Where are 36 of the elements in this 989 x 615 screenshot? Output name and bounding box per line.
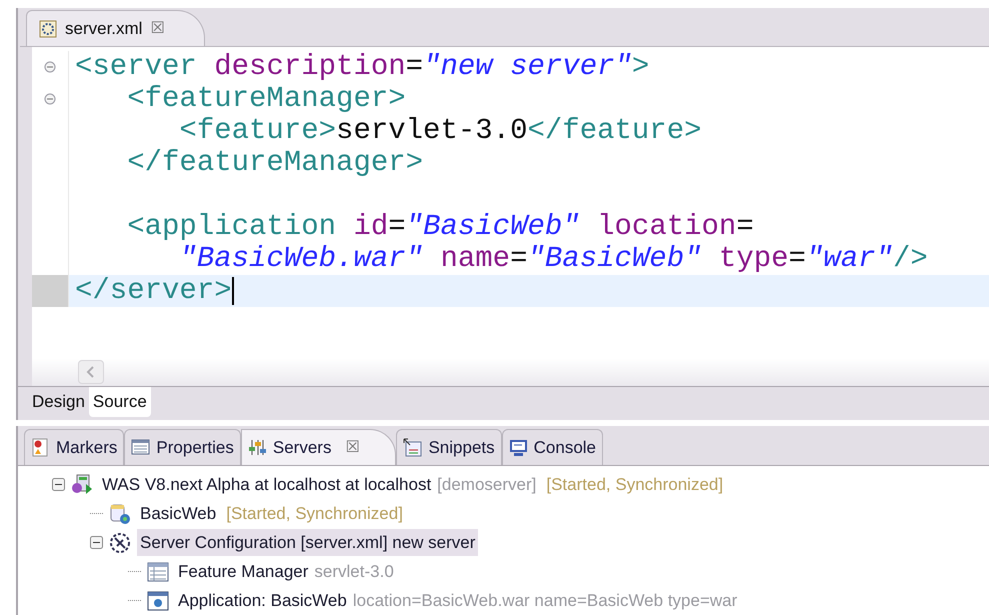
code-line: </server>	[75, 275, 232, 307]
code-line: <server description="new server">	[75, 51, 650, 83]
markers-icon	[31, 438, 50, 457]
panel-tab[interactable]: Markers	[24, 429, 124, 465]
collapse-icon[interactable]	[90, 536, 103, 549]
code-line: "BasicWeb.war" name="BasicWeb" type="war"/>	[178, 243, 928, 275]
code-line: </featureManager>	[126, 147, 424, 179]
panel-tab[interactable]: Console	[502, 429, 604, 465]
panel-tab[interactable]: Properties	[124, 429, 241, 465]
snippet-icon	[403, 438, 422, 457]
close-icon[interactable]: ☒	[345, 436, 360, 460]
tree-item[interactable]: Feature Manager servlet-3.0	[175, 558, 397, 585]
mode-tab[interactable]: Design	[28, 387, 89, 417]
editor-tab[interactable]: server.xml ☒	[26, 10, 206, 46]
monitor-icon	[508, 438, 528, 457]
sliders-icon	[248, 438, 267, 457]
panel-tab[interactable]: Servers ☒	[240, 429, 396, 465]
server-icon	[71, 474, 93, 496]
tree-item[interactable]: BasicWeb [Started, Synchronized]	[137, 500, 406, 527]
table-icon	[147, 560, 169, 582]
tree-item[interactable]: WAS V8.next Alpha at localhost at localhost [demoserver] [Started, Synchronized]	[99, 471, 726, 498]
tree-item[interactable]: Server Configuration [server.xml] new server	[137, 529, 478, 556]
xml-file-icon	[39, 20, 57, 38]
window-icon	[147, 590, 169, 612]
code-line: <application id="BasicWeb" location=	[126, 211, 754, 243]
code-line: <featureManager>	[126, 83, 406, 115]
panel-tab[interactable]: Snippets	[396, 429, 502, 465]
text-cursor	[232, 277, 234, 305]
web-module-icon	[109, 502, 131, 524]
close-icon[interactable]: ☒	[150, 16, 164, 40]
code-line: <feature>servlet-3.0</feature>	[178, 115, 702, 147]
tree-item[interactable]: Application: BasicWeb location=BasicWeb.war name=BasicWeb type=war	[175, 587, 740, 614]
mode-tab[interactable]: Source	[88, 387, 151, 417]
table-icon	[131, 438, 150, 457]
tab-label: server.xml	[65, 18, 142, 40]
collapse-icon[interactable]	[52, 478, 65, 491]
